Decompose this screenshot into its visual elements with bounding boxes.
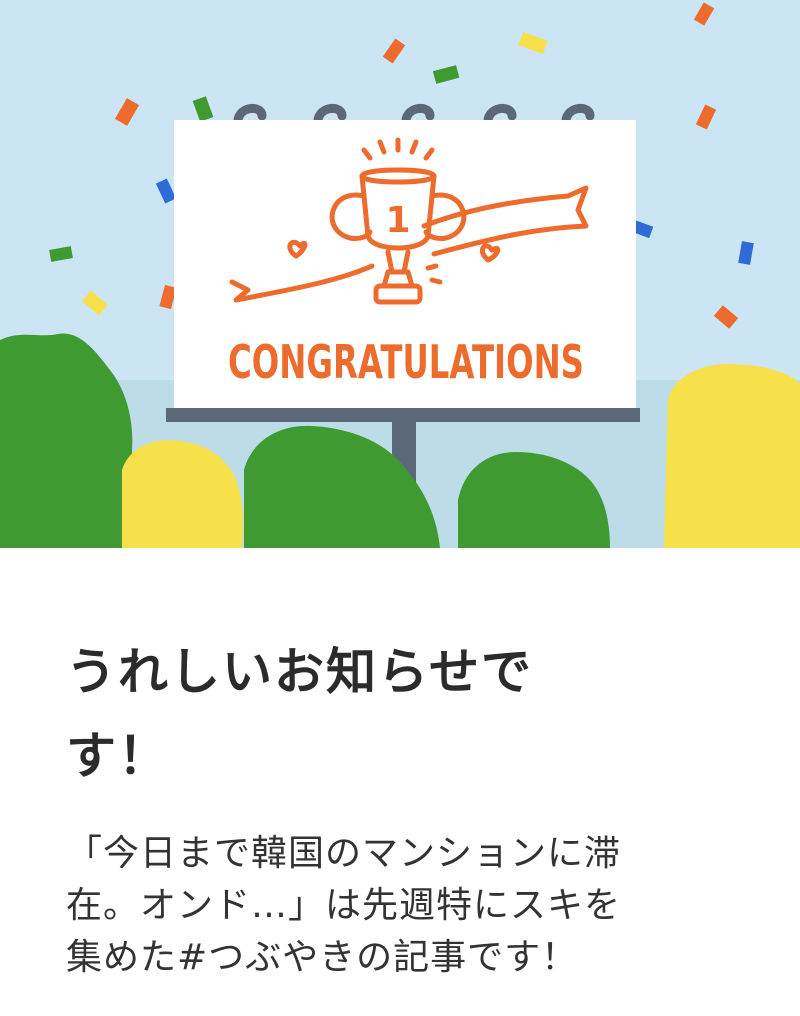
notice-body-line: 「今日まで韓国のマンションに滞 [66, 833, 622, 874]
billboard-base [166, 408, 640, 422]
notice-title-line: す！ [66, 727, 170, 785]
notice-title: うれしいお知らせで す！ [66, 630, 756, 798]
congratulations-banner: 1 CONGRATULATIONS [0, 0, 800, 548]
trophy-number: 1 [385, 200, 410, 241]
notice-title-line: うれしいお知らせで [66, 643, 533, 701]
notification-page: 1 CONGRATULATIONS うれしいお知らせで す！ 「今日まで韓国のマ… [0, 0, 800, 1016]
sign-text: CONGRATULATIONS [228, 335, 584, 389]
notice-body-line: 集めた#つぶやきの記事です！ [66, 937, 579, 978]
notice-body: 「今日まで韓国のマンションに滞 在。オンド…」は先週特にスキを 集めた#つぶやき… [66, 828, 756, 984]
notice-body-line: 在。オンド…」は先週特にスキを [66, 885, 622, 926]
banner-illustration: 1 CONGRATULATIONS [0, 0, 800, 548]
notice-content: うれしいお知らせで す！ 「今日まで韓国のマンションに滞 在。オンド…」は先週特… [0, 548, 800, 1016]
